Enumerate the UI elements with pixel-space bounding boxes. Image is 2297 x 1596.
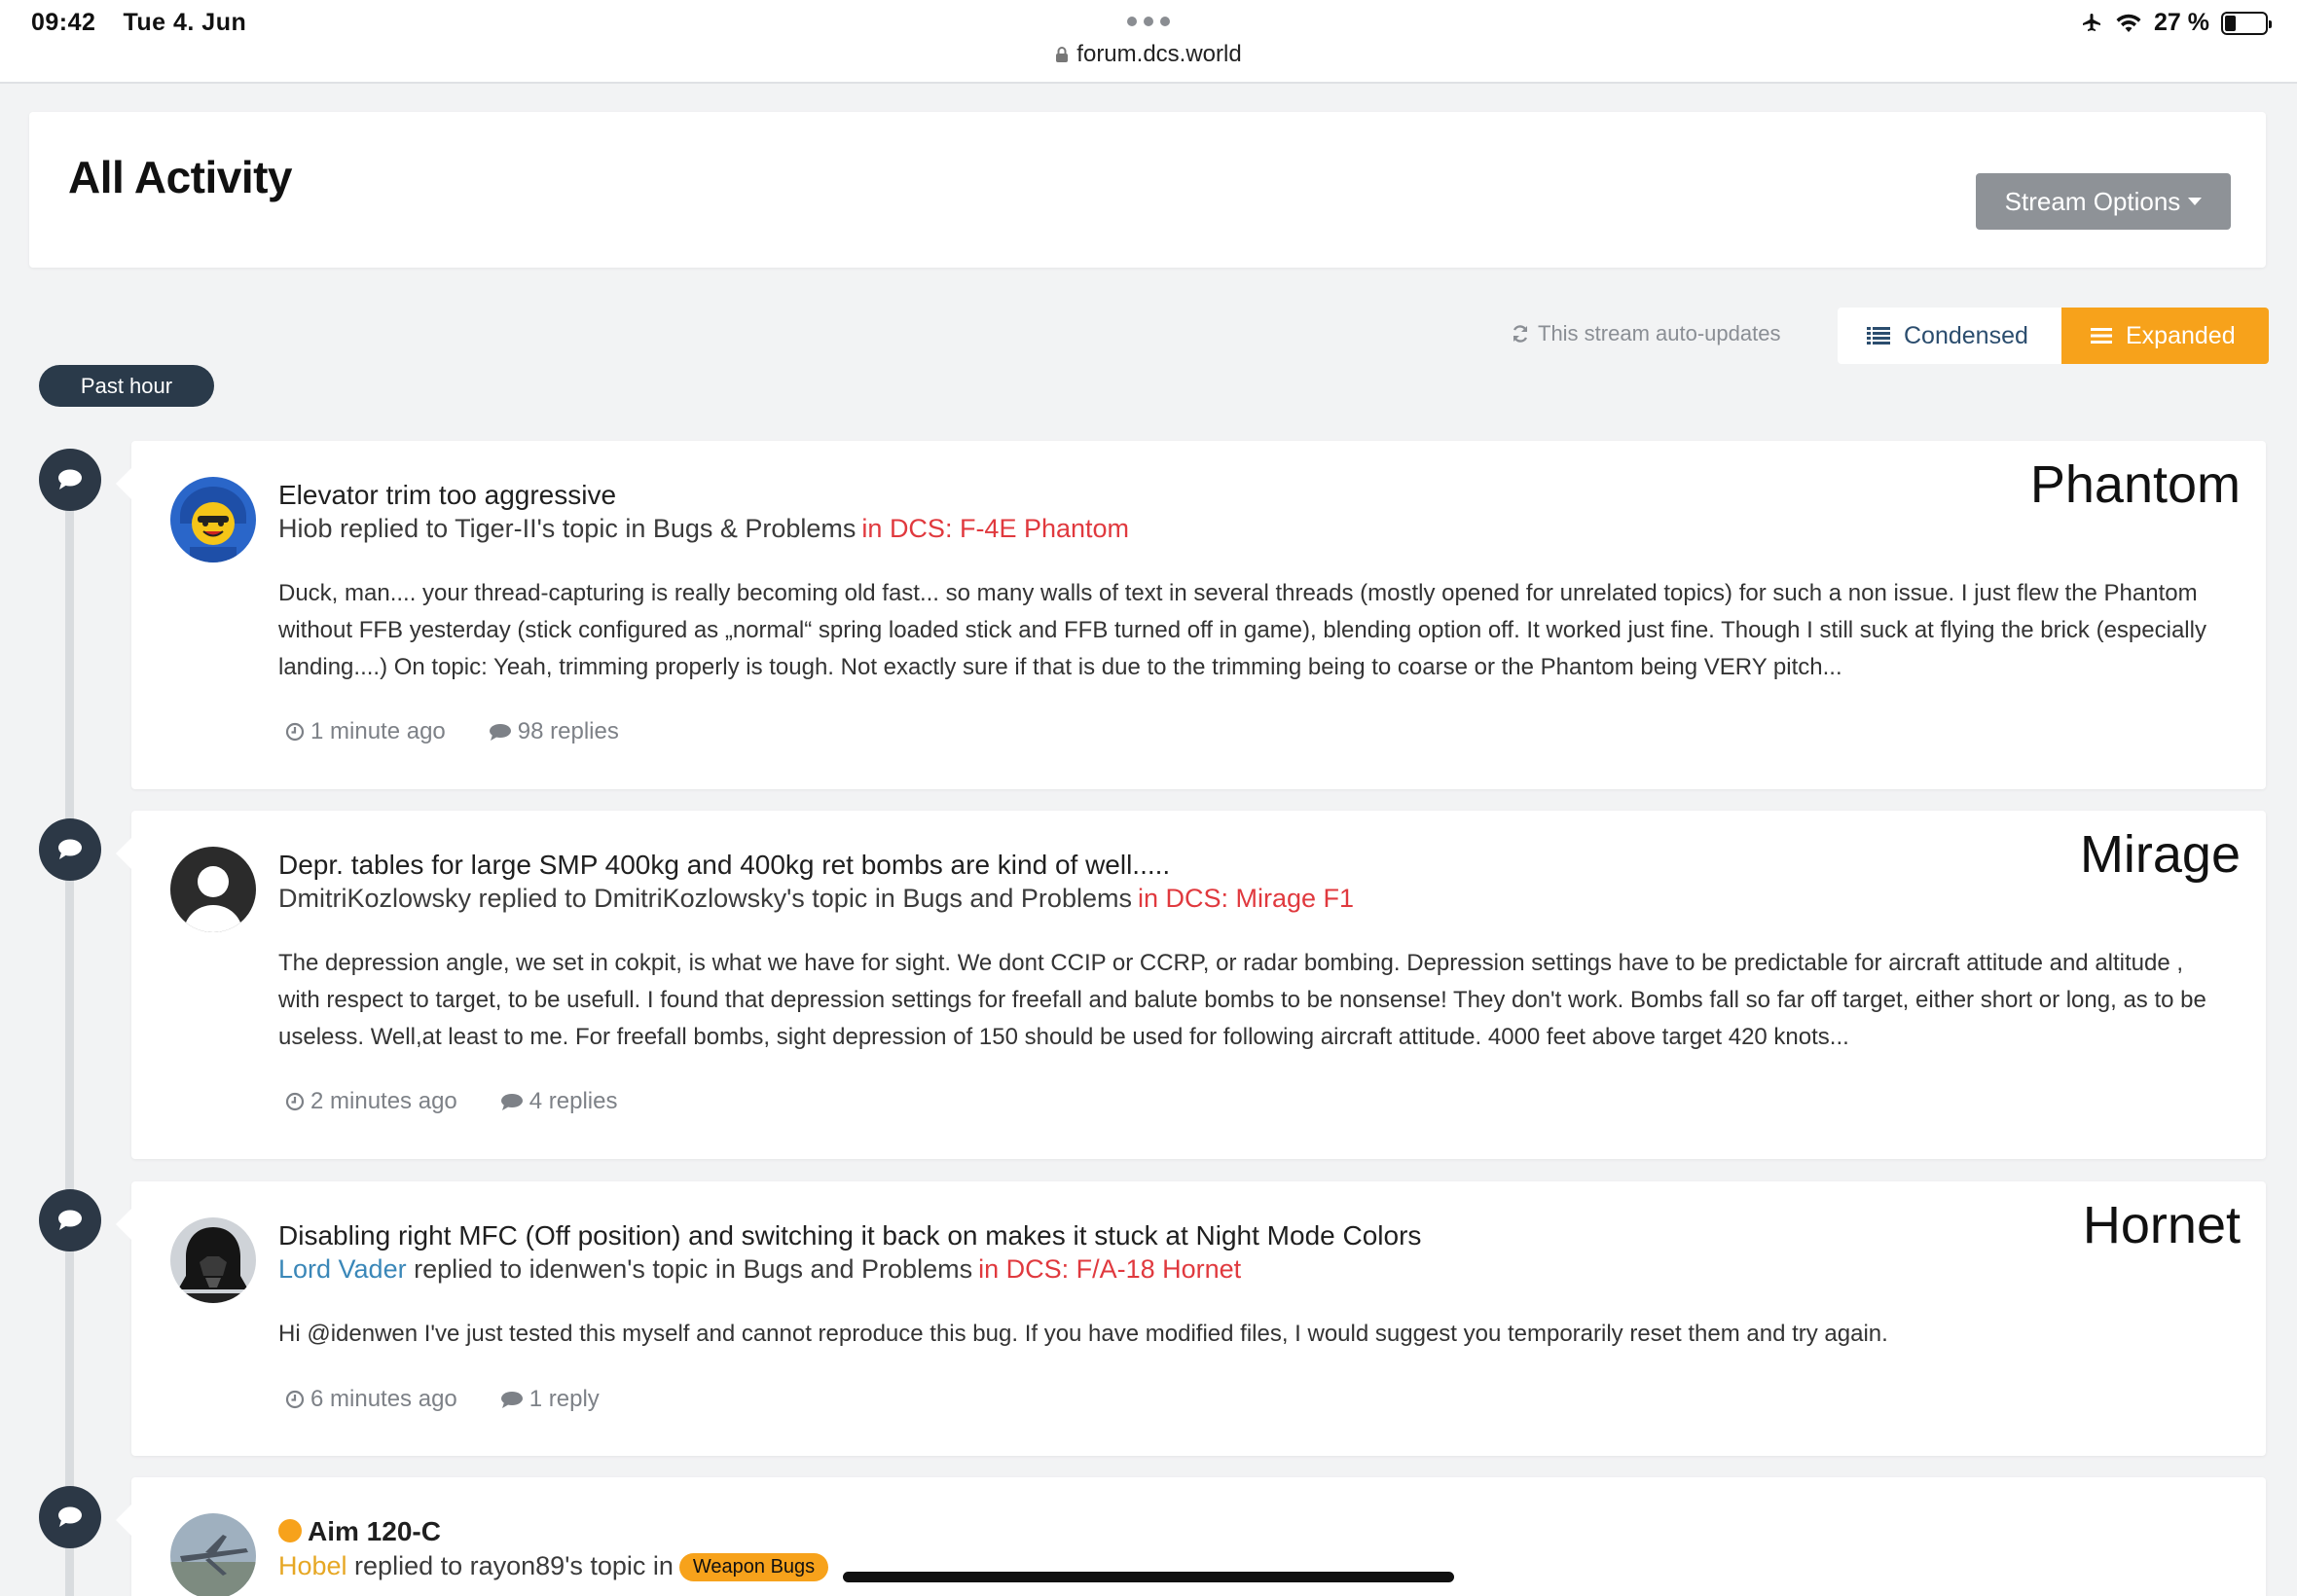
post-time: 2 minutes ago — [285, 1088, 457, 1115]
reply-count[interactable]: 98 replies — [489, 718, 619, 745]
avatar[interactable] — [170, 1217, 256, 1303]
post-time: 6 minutes ago — [285, 1386, 457, 1413]
author-name[interactable]: Hiob — [278, 514, 333, 543]
avatar[interactable] — [170, 1513, 256, 1596]
author-name[interactable]: Lord Vader — [278, 1254, 407, 1284]
expanded-view-button[interactable]: Expanded — [2061, 308, 2269, 364]
address-bar[interactable]: forum.dcs.world — [0, 41, 2297, 68]
overlay-label: Hornet — [2082, 1196, 2241, 1254]
topic-title-link[interactable]: Elevator trim too aggressive — [278, 480, 616, 511]
activity-action: replied to DmitriKozlowsky's topic in Bu… — [471, 884, 1132, 913]
status-date: Tue 4. Jun — [123, 9, 247, 36]
post-meta: 1 minute ago 98 replies — [285, 718, 619, 745]
topic-title-link[interactable]: Depr. tables for large SMP 400kg and 400… — [278, 850, 1170, 881]
forum-link[interactable]: in DCS: F-4E Phantom — [861, 514, 1129, 543]
activity-action: replied to rayon89's topic in — [346, 1551, 674, 1580]
activity-item: Depr. tables for large SMP 400kg and 400… — [116, 811, 2266, 1159]
comment-bubble-icon — [39, 449, 101, 511]
post-excerpt: The depression angle, we set in cokpit, … — [278, 950, 2206, 1050]
reply-count-label: 4 replies — [529, 1088, 618, 1114]
forum-link[interactable]: in DCS: F/A-18 Hornet — [978, 1254, 1241, 1284]
activity-summary: DmitriKozlowsky replied to DmitriKozlows… — [278, 884, 1354, 914]
post-excerpt: Hi @idenwen I've just tested this myself… — [278, 1321, 1888, 1347]
battery-percent: 27 % — [2154, 9, 2209, 36]
activity-summary: Lord Vader replied to idenwen's topic in… — [278, 1254, 1241, 1285]
post-time-label: 6 minutes ago — [310, 1386, 457, 1412]
timeline-line — [65, 457, 74, 1596]
comment-icon — [500, 1094, 523, 1110]
post-meta: 2 minutes ago 4 replies — [285, 1088, 617, 1115]
topic-title-link[interactable]: Aim 120-C — [278, 1516, 441, 1547]
post-time: 1 minute ago — [285, 718, 446, 745]
unread-dot-icon — [278, 1519, 302, 1542]
clock-icon — [285, 722, 305, 742]
wifi-icon — [2116, 14, 2141, 32]
reply-count-label: 1 reply — [529, 1386, 600, 1412]
topic-title-link[interactable]: Disabling right MFC (Off position) and s… — [278, 1220, 1421, 1251]
activity-action: replied to idenwen's topic in Bugs and P… — [406, 1254, 973, 1284]
comment-bubble-icon — [39, 818, 101, 881]
status-time: 09:42 — [31, 9, 96, 36]
status-bar: 09:42 Tue 4. Jun forum.dcs.world 27 % — [0, 0, 2297, 84]
condensed-view-button[interactable]: Condensed — [1838, 308, 2061, 364]
activity-item: Disabling right MFC (Off position) and s… — [116, 1181, 2266, 1456]
clock-icon — [285, 1390, 305, 1409]
comment-icon — [489, 724, 511, 741]
status-indicators: 27 % — [2080, 9, 2272, 37]
expanded-label: Expanded — [2126, 321, 2236, 349]
reply-count[interactable]: 1 reply — [500, 1386, 600, 1413]
post-time-label: 2 minutes ago — [310, 1088, 457, 1114]
home-indicator[interactable] — [843, 1572, 1454, 1582]
clock-icon — [285, 1092, 305, 1111]
forum-tag-badge[interactable]: Weapon Bugs — [678, 1553, 829, 1581]
activity-summary: Hobel replied to rayon89's topic in Weapo… — [278, 1551, 829, 1581]
author-name[interactable]: DmitriKozlowsky — [278, 884, 471, 913]
avatar[interactable] — [170, 847, 256, 932]
battery-icon — [2221, 11, 2272, 35]
list-icon — [1867, 327, 1890, 345]
post-excerpt: Duck, man.... your thread-capturing is r… — [278, 580, 2206, 680]
lock-icon — [1056, 47, 1069, 62]
refresh-icon — [1513, 325, 1528, 343]
page-title: All Activity — [68, 152, 293, 202]
auto-updates-label: This stream auto-updates — [1538, 321, 1781, 345]
reply-count-label: 98 replies — [517, 718, 619, 744]
airplane-mode-icon — [2083, 13, 2101, 31]
overlay-label: Mirage — [2079, 825, 2241, 884]
activity-action: replied to Tiger-II's topic in Bugs & Pr… — [332, 514, 857, 543]
activity-item: Elevator trim too aggressive Hiob replie… — [116, 441, 2266, 789]
comment-bubble-icon — [39, 1486, 101, 1548]
activity-summary: Hiob replied to Tiger-II's topic in Bugs… — [278, 514, 1129, 544]
caret-down-icon — [2188, 198, 2203, 205]
author-name[interactable]: Hobel — [278, 1551, 347, 1580]
auto-updates-note: This stream auto-updates — [1511, 321, 1780, 346]
stream-options-button[interactable]: Stream Options — [1976, 173, 2231, 230]
condensed-label: Condensed — [1904, 321, 2028, 349]
forum-link[interactable]: in DCS: Mirage F1 — [1138, 884, 1354, 913]
stream-options-label: Stream Options — [2004, 186, 2181, 216]
comment-bubble-icon — [39, 1189, 101, 1251]
period-pill: Past hour — [39, 365, 214, 407]
url-text: forum.dcs.world — [1076, 41, 1242, 67]
overlay-label: Phantom — [2029, 455, 2241, 514]
page-header: All Activity Stream Options — [29, 112, 2266, 268]
topic-title-text: Aim 120-C — [308, 1516, 441, 1546]
view-mode-toggle: Condensed Expanded — [1838, 308, 2269, 364]
status-clock: 09:42 Tue 4. Jun — [31, 9, 273, 37]
avatar[interactable] — [170, 477, 256, 562]
multitasking-dots-icon[interactable] — [1127, 17, 1170, 26]
post-time-label: 1 minute ago — [310, 718, 446, 744]
comment-icon — [500, 1392, 523, 1408]
post-meta: 6 minutes ago 1 reply — [285, 1386, 600, 1413]
reply-count[interactable]: 4 replies — [500, 1088, 618, 1115]
menu-lines-icon — [2091, 328, 2112, 344]
